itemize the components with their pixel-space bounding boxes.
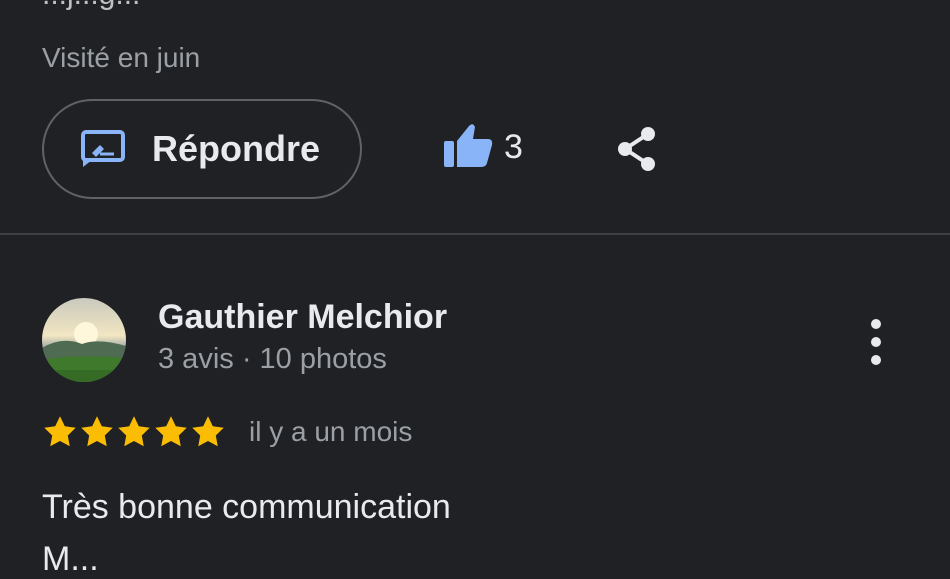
review-actions: Répondre 3 [42,99,655,199]
like-count: 3 [504,128,523,166]
visited-date: Visité en juin [42,42,201,73]
review-time: il y a un mois [249,416,413,447]
share-icon [618,127,655,171]
star-icon [192,416,224,447]
reply-button[interactable]: Répondre [42,99,362,199]
share-button[interactable] [614,124,660,174]
review-author-name[interactable]: Gauthier Melchior [158,298,447,337]
star-icon [81,416,113,447]
thumbs-up-icon [442,121,494,174]
star-icon [44,416,76,447]
star-rating: il y a un mois [42,414,412,450]
star-icon [155,416,187,447]
more-vert-icon [871,319,881,365]
reply-box-icon [80,129,128,169]
review-text: Très bonne communication [42,488,451,526]
review-text-fragment: M... [42,540,99,578]
previous-review-text-fragment: ...j...g... [42,0,140,12]
star-icon [118,416,150,447]
more-options-button[interactable] [856,316,896,372]
avatar[interactable] [42,298,126,382]
review-divider [0,233,950,235]
like-button[interactable]: 3 [442,121,523,174]
reply-button-label: Répondre [152,128,321,169]
author-meta: 3 avis · 10 photos [158,343,387,375]
